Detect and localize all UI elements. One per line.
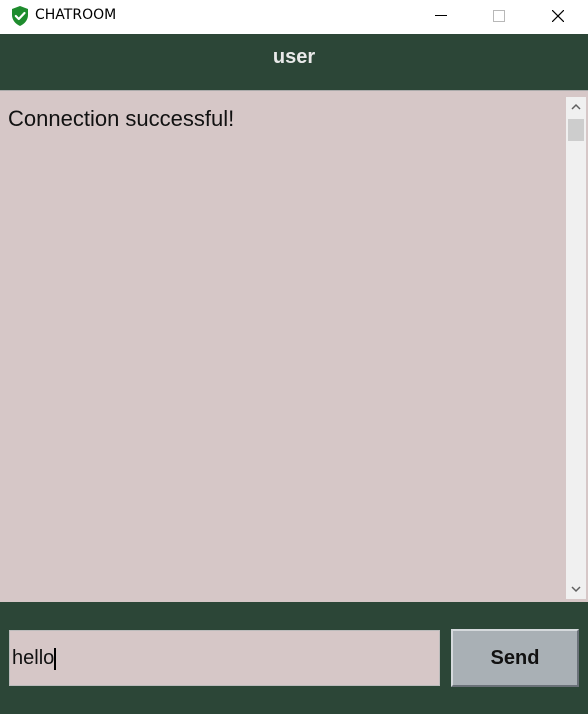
- maximize-icon: [493, 10, 505, 22]
- username-label: user: [272, 46, 316, 68]
- scroll-thumb[interactable]: [568, 119, 584, 141]
- minimize-icon: [435, 15, 447, 16]
- send-button[interactable]: Send: [451, 629, 579, 687]
- message-item: Connection successful!: [8, 106, 235, 131]
- chevron-up-icon: [571, 103, 581, 110]
- message-input-value: hello: [12, 647, 55, 669]
- chevron-down-icon: [571, 586, 581, 593]
- message-input[interactable]: hello: [9, 630, 440, 686]
- title-bar[interactable]: CHATROOM: [0, 0, 588, 32]
- chatroom-window: CHATROOM user Connection successful! hel…: [0, 0, 588, 714]
- message-scrollbar[interactable]: [566, 97, 586, 599]
- composer-bar: hello Send: [0, 602, 588, 714]
- shield-check-icon: [11, 6, 29, 26]
- close-icon: [552, 10, 564, 22]
- window-title: CHATROOM: [35, 7, 117, 23]
- maximize-button[interactable]: [476, 0, 522, 32]
- minimize-button[interactable]: [418, 0, 464, 32]
- chat-header: user: [0, 34, 588, 90]
- close-button[interactable]: [535, 0, 581, 32]
- message-area[interactable]: Connection successful!: [0, 90, 588, 602]
- text-caret: [54, 647, 57, 670]
- scroll-down-button[interactable]: [566, 579, 586, 599]
- scroll-up-button[interactable]: [566, 97, 586, 117]
